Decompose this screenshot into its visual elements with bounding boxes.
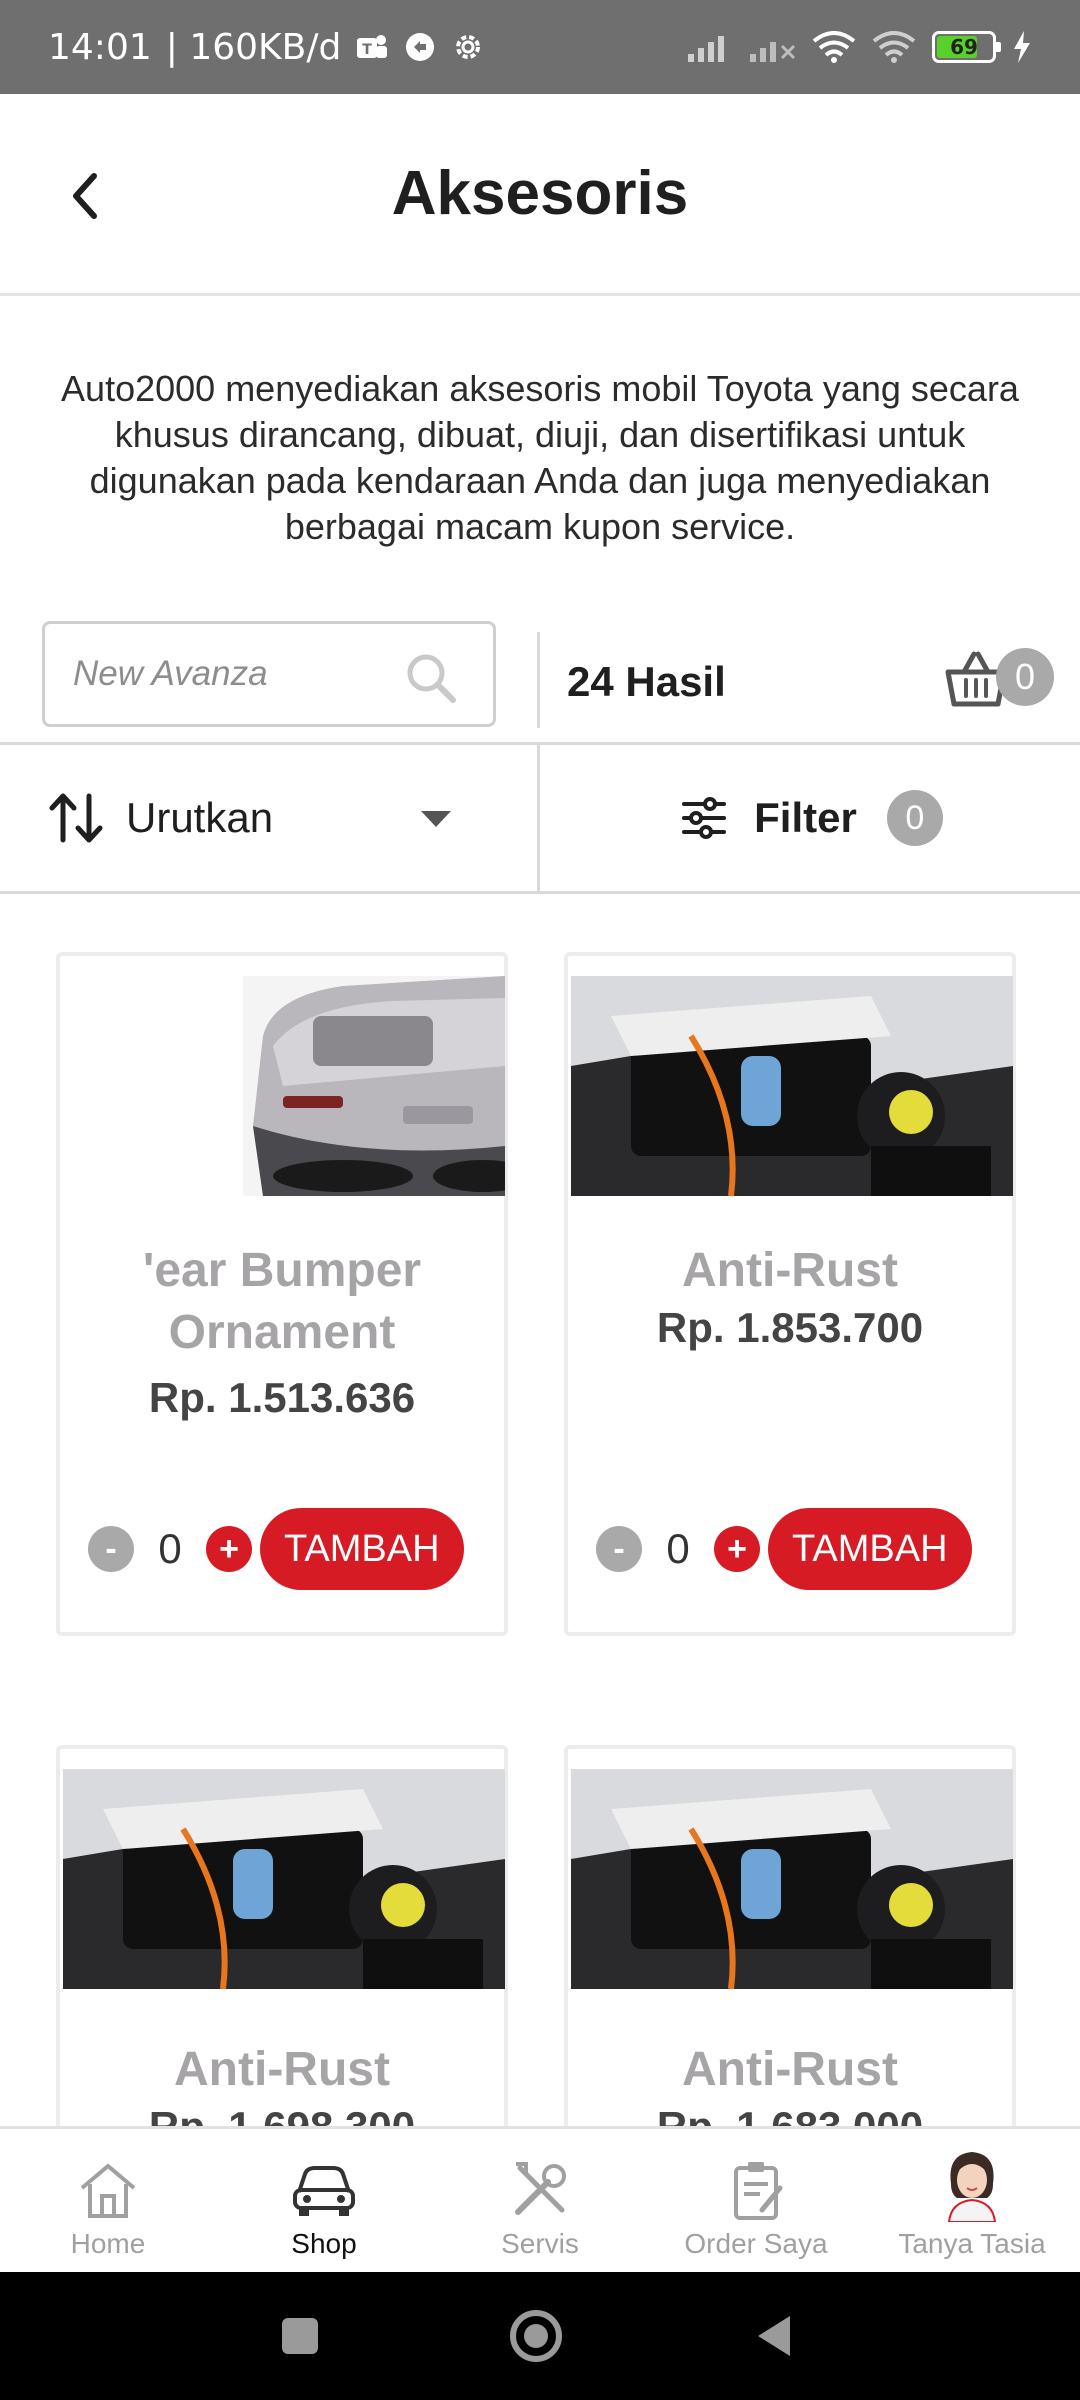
settings-gear-icon	[451, 30, 485, 64]
nav-label: Order Saya	[684, 2228, 828, 2259]
sort-arrows-icon	[49, 793, 103, 843]
search-input[interactable]	[73, 654, 393, 694]
product-name: 'ear Bumper	[142, 1244, 422, 1297]
sort-dropdown[interactable]: Urutkan	[0, 745, 540, 891]
charging-bolt-icon	[1012, 31, 1032, 63]
filter-label: Filter	[754, 794, 857, 841]
sort-label: Urutkan	[126, 794, 274, 841]
product-image	[571, 976, 1013, 1196]
status-bar: 14:01 | 160KB/d T 69	[0, 0, 1080, 94]
status-data-speed: | 160KB/d	[165, 26, 342, 68]
chevron-left-icon	[73, 173, 97, 219]
svg-text:T: T	[363, 42, 373, 58]
add-to-cart-button[interactable]: TAMBAH	[768, 1508, 972, 1590]
search-icon[interactable]	[405, 652, 457, 709]
avatar-icon	[947, 2152, 997, 2222]
product-image	[63, 1769, 505, 1989]
screen: 14:01 | 160KB/d T 69 Aksesoris Auto2000 …	[0, 0, 1080, 2400]
search-box[interactable]	[42, 621, 496, 727]
sync-icon	[403, 30, 437, 64]
product-card[interactable]: 'ear Bumper Ornament Rp. 1.513.636 - 0 +…	[56, 952, 508, 1636]
decrease-quantity-button[interactable]: -	[596, 1526, 642, 1572]
result-count: 24 Hasil	[567, 658, 726, 705]
filter-button[interactable]: Filter 0	[543, 745, 1080, 891]
clipboard-icon	[734, 2162, 783, 2220]
recent-apps-button[interactable]	[240, 2272, 360, 2400]
page-description: Auto2000 menyediakan aksesoris mobil Toy…	[61, 368, 1019, 547]
product-price: Rp. 1.513.636	[148, 1374, 416, 1421]
filter-count-badge: 0	[886, 790, 943, 846]
product-name: Anti-Rust	[174, 2043, 390, 2096]
car-icon	[293, 2166, 355, 2216]
triangle-back-icon	[758, 2316, 790, 2356]
decrease-quantity-button[interactable]: -	[88, 1526, 134, 1572]
wifi-secondary-icon	[872, 31, 916, 63]
product-image	[63, 976, 505, 1196]
cart-count-badge: 0	[996, 648, 1054, 706]
status-time: 14:01	[48, 26, 152, 68]
battery-level: 69	[950, 35, 978, 59]
nav-label: Servis	[501, 2228, 579, 2259]
system-navigation-bar	[0, 2272, 1080, 2400]
battery-icon: 69	[932, 31, 1001, 63]
back-system-button[interactable]	[714, 2272, 834, 2400]
status-bar-right: 69	[688, 31, 1032, 63]
product-name: Anti-Rust	[682, 1244, 898, 1297]
product-name: Anti-Rust	[682, 2043, 898, 2096]
caret-down-icon	[421, 811, 451, 827]
nav-item-servis[interactable]: Servis	[432, 2129, 648, 2272]
app-bar: Aksesoris	[0, 94, 1080, 296]
cart-button[interactable]: 0	[944, 646, 1054, 716]
back-button[interactable]	[44, 156, 124, 236]
nav-item-shop[interactable]: Shop	[216, 2129, 432, 2272]
wifi-icon	[812, 31, 856, 63]
sliders-icon	[682, 797, 727, 839]
home-system-button[interactable]	[476, 2272, 596, 2400]
signal-icon	[688, 32, 734, 62]
home-icon	[80, 2164, 136, 2218]
search-row: 24 Hasil 0	[0, 618, 1080, 744]
quantity-value: 0	[666, 1525, 690, 1572]
signal-no-service-icon	[750, 32, 796, 62]
add-to-cart-button[interactable]: TAMBAH	[260, 1508, 464, 1590]
square-icon	[282, 2318, 318, 2354]
circle-icon	[510, 2310, 562, 2362]
increase-quantity-button[interactable]: +	[206, 1526, 252, 1572]
divider	[537, 632, 540, 728]
nav-label: Tanya Tasia	[898, 2228, 1046, 2259]
bottom-navigation: Home Shop Servis Order Saya Tanya Tasia	[0, 2126, 1080, 2272]
product-price: Rp. 1.853.700	[656, 1304, 924, 1351]
page-title: Aksesoris	[391, 159, 689, 228]
quantity-stepper: - 0 + TAMBAH	[88, 1508, 464, 1590]
quantity-stepper: - 0 + TAMBAH	[596, 1508, 972, 1590]
nav-label: Shop	[291, 2228, 357, 2259]
product-card[interactable]: Anti-Rust Rp. 1.853.700 - 0 + TAMBAH	[564, 952, 1016, 1636]
product-card[interactable]: Anti-Rust Rp. 1.698.300	[56, 1745, 508, 2165]
tools-icon	[515, 2162, 566, 2215]
nav-item-home[interactable]: Home	[0, 2129, 216, 2272]
product-name-line2: Ornament	[168, 1306, 396, 1359]
product-card[interactable]: Anti-Rust Rp. 1.683.000	[564, 1745, 1016, 2165]
nav-item-order-saya[interactable]: Order Saya	[648, 2129, 864, 2272]
nav-label: Home	[70, 2228, 146, 2259]
increase-quantity-button[interactable]: +	[714, 1526, 760, 1572]
quantity-value: 0	[158, 1525, 182, 1572]
status-bar-left: 14:01 | 160KB/d T	[48, 27, 485, 68]
sort-filter-bar: Urutkan Filter 0	[0, 742, 1080, 894]
teams-icon: T	[355, 30, 389, 64]
nav-item-tanya-tasia[interactable]: Tanya Tasia	[864, 2129, 1080, 2272]
product-image	[571, 1769, 1013, 1989]
